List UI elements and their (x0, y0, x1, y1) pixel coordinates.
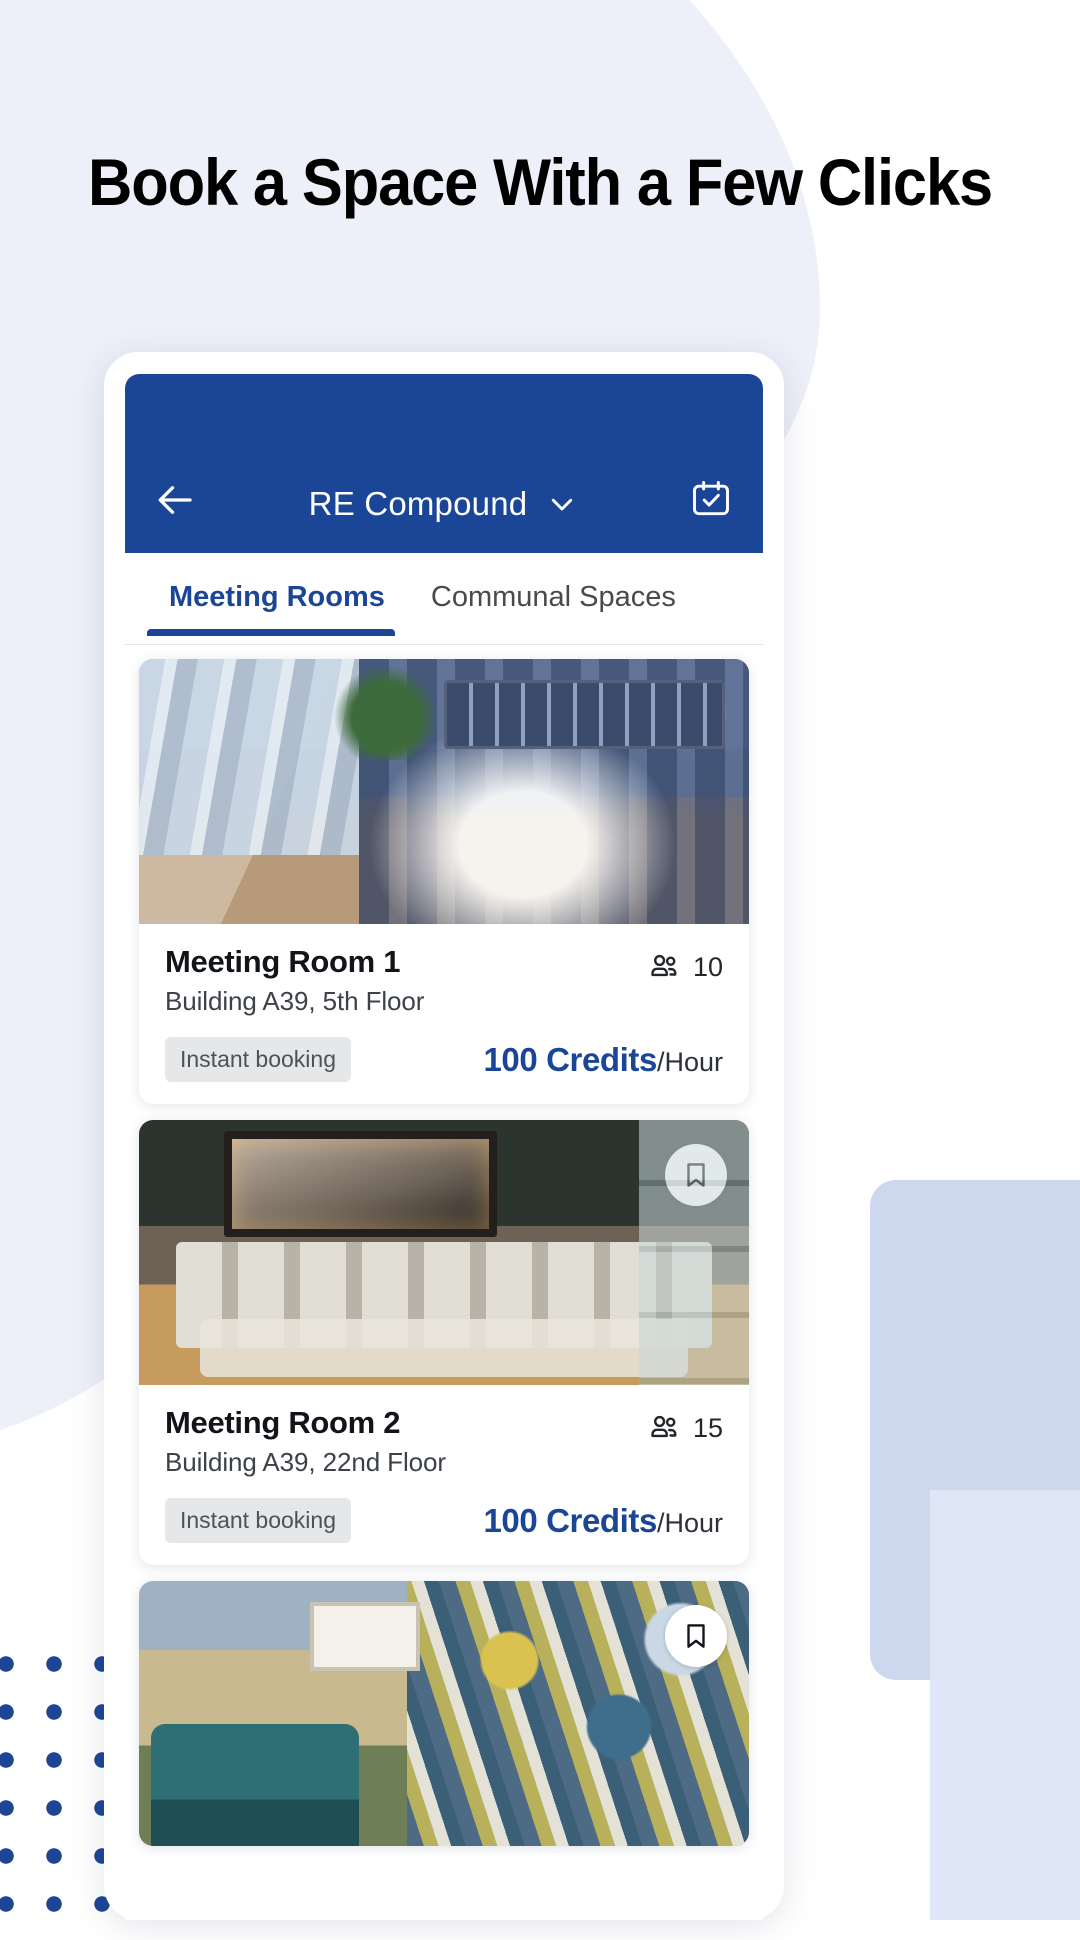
video-wall-decor (444, 680, 725, 750)
tab-meeting-rooms[interactable]: Meeting Rooms (147, 581, 409, 636)
room-card[interactable]: Meeting Room 1 Building A39, 5th Floor 1… (139, 659, 749, 1104)
page-title: Book a Space With a Few Clicks (87, 145, 993, 219)
room-card-body: Meeting Room 1 Building A39, 5th Floor 1… (139, 924, 749, 1104)
room-card[interactable] (139, 1581, 749, 1846)
people-group-icon (651, 954, 677, 977)
room-photo (139, 1120, 749, 1385)
room-location: Building A39, 5th Floor (165, 986, 425, 1016)
capacity-count: 10 (692, 951, 723, 982)
room-card[interactable]: Meeting Room 2 Building A39, 22nd Floor … (139, 1120, 749, 1565)
room-capacity: 10 (648, 944, 723, 984)
room-photo (139, 659, 749, 924)
tab-communal-spaces[interactable]: Communal Spaces (409, 581, 700, 636)
room-card-list: Meeting Room 1 Building A39, 5th Floor 1… (125, 645, 763, 1846)
capacity-count: 15 (692, 1412, 723, 1443)
phone-mockup: RE Compound Meeting Rooms Communal Space… (104, 352, 784, 1920)
room-name: Meeting Room 1 (165, 944, 401, 979)
rug-decor (200, 1318, 688, 1378)
room-name: Meeting Room 2 (165, 1405, 401, 1440)
room-card-body: Meeting Room 2 Building A39, 22nd Floor … (139, 1385, 749, 1565)
my-bookings-button[interactable] (687, 475, 735, 523)
calendar-check-icon (693, 481, 729, 516)
bookmark-button[interactable] (665, 1605, 727, 1667)
app-header-bar: RE Compound (125, 374, 763, 553)
instant-booking-badge: Instant booking (165, 1498, 352, 1543)
instant-booking-badge: Instant booking (165, 1037, 352, 1082)
location-selector[interactable]: RE Compound (199, 485, 687, 523)
artwork-decor (309, 1602, 420, 1672)
people-group-icon (651, 1415, 677, 1438)
tab-bar: Meeting Rooms Communal Spaces (125, 553, 763, 645)
price-amount: 100 Credits (483, 1040, 657, 1078)
app-screen: RE Compound Meeting Rooms Communal Space… (125, 374, 763, 1920)
plant-decor (334, 664, 438, 760)
back-button[interactable] (153, 477, 199, 523)
price-block: 100 Credits/Hour (483, 1041, 723, 1079)
room-location: Building A39, 22nd Floor (165, 1447, 446, 1477)
header-title: RE Compound (308, 485, 528, 522)
price-unit: /Hour (656, 1046, 723, 1077)
chevron-down-icon (552, 498, 573, 511)
room-photo (139, 1581, 749, 1846)
room-capacity: 15 (648, 1405, 723, 1445)
arrow-left-icon (158, 486, 192, 514)
price-block: 100 Credits/Hour (483, 1502, 723, 1540)
glass-wall-decor (639, 1120, 749, 1385)
price-amount: 100 Credits (483, 1501, 657, 1539)
bookmark-icon (687, 1624, 705, 1648)
background-panel-right-lower (930, 1490, 1080, 1920)
price-unit: /Hour (656, 1507, 723, 1538)
